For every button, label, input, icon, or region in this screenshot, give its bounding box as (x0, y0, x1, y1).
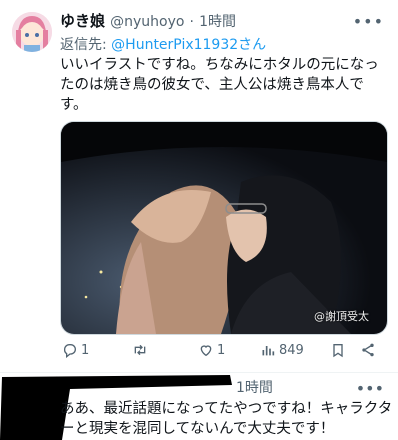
heart-icon (200, 345, 212, 357)
tweet[interactable]: ゆき娘 @nyuhoyo · 1時間 ••• 返信先: @HunterPix11… (0, 0, 398, 372)
bookmark-button[interactable] (330, 342, 346, 358)
reply-icon (63, 344, 76, 358)
tweet-text: いいイラストですね。ちなみにホタルの元になったのは焼き鳥の彼女で、主人公は焼き鳥… (60, 57, 379, 113)
like-count: 1 (217, 342, 226, 358)
reply-to-handle-link[interactable]: @HunterPix11932さん (111, 37, 266, 53)
tweet-time[interactable]: 1時間 (199, 14, 236, 30)
separator-dot: · (189, 14, 194, 30)
author-name[interactable]: ゆき娘 (60, 12, 105, 30)
avatar[interactable] (12, 12, 52, 52)
reply-count: 1 (81, 342, 90, 358)
views-chart-icon (262, 346, 275, 356)
reply-button[interactable]: 1 (62, 342, 89, 358)
bookmark-icon (333, 344, 343, 358)
author-handle[interactable]: @nyuhoyo (110, 14, 184, 30)
tweet-image[interactable]: @謝頂受太 (60, 121, 388, 335)
reply-to-label: 返信先: (60, 37, 112, 53)
reply-time[interactable]: 1時間 (236, 377, 273, 397)
reply-text: ああ、最近話題になってたやつですね！キャラクターと現実を混同してないんで大丈夫で… (60, 401, 393, 437)
reply-to-line: 返信先: @HunterPix11932さん (60, 34, 266, 54)
views-button[interactable]: 849 (260, 342, 304, 358)
tweet-actions: 1 1 849 (60, 340, 390, 364)
views-count: 849 (279, 342, 304, 358)
reply-tweet[interactable]: 1時間 ••• ああ、最近話題になってたやつですね！キャラクターと現実を混同して… (0, 373, 398, 440)
share-icon (362, 343, 374, 357)
share-button[interactable] (360, 342, 376, 358)
retweet-button[interactable] (132, 342, 151, 358)
like-button[interactable]: 1 (198, 342, 225, 358)
retweet-icon (134, 344, 146, 356)
reply-more-options-icon[interactable]: ••• (356, 379, 384, 398)
more-options-icon[interactable]: ••• (353, 12, 384, 31)
tweet-header: ゆき娘 @nyuhoyo · 1時間 (60, 10, 388, 32)
image-watermark: @謝頂受太 (314, 310, 369, 323)
